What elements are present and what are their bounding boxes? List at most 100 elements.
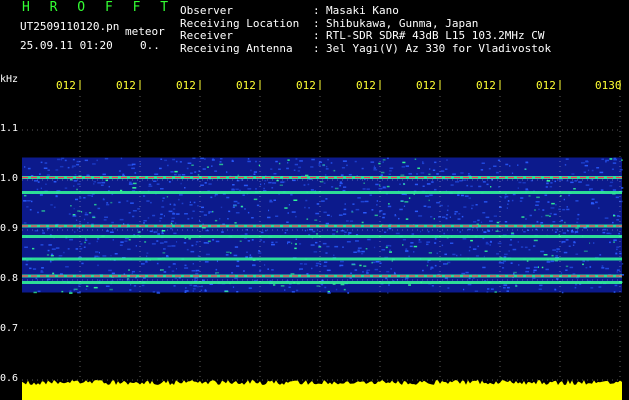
noise-speck	[232, 184, 235, 186]
noise-speck	[590, 287, 594, 289]
noise-speck	[123, 223, 125, 225]
noise-speck	[485, 241, 489, 244]
noise-speck	[187, 218, 190, 220]
noise-speck	[200, 184, 204, 186]
noise-speck	[298, 243, 302, 245]
noise-speck	[171, 245, 176, 247]
noise-speck	[111, 272, 115, 275]
noise-speck	[394, 271, 396, 274]
noise-speck	[269, 201, 273, 203]
noise-speck	[420, 172, 425, 174]
noise-speck	[189, 284, 193, 286]
noise-speck	[128, 238, 131, 241]
noise-speck	[564, 164, 567, 166]
noise-speck	[384, 231, 387, 233]
noise-speck	[50, 254, 54, 257]
noise-speck	[50, 204, 53, 206]
noise-speck	[176, 213, 180, 215]
noise-speck	[118, 170, 121, 172]
noise-speck	[173, 203, 176, 205]
noise-speck	[612, 221, 614, 224]
noise-speck	[253, 171, 257, 173]
noise-speck	[389, 249, 391, 251]
noise-speck	[565, 269, 568, 271]
noise-speck	[162, 200, 164, 202]
noise-speck	[547, 201, 550, 203]
noise-speck	[260, 231, 264, 234]
noise-speck	[477, 245, 479, 248]
noise-speck	[242, 194, 245, 196]
noise-speck	[589, 188, 593, 190]
noise-speck	[315, 212, 320, 215]
noise-speck	[156, 240, 159, 242]
noise-speck	[434, 161, 437, 164]
noise-speck	[86, 285, 89, 287]
noise-speck	[278, 162, 281, 165]
noise-speck	[128, 183, 133, 185]
noise-speck	[505, 163, 509, 166]
noise-speck	[388, 284, 390, 286]
noise-speck	[33, 291, 37, 294]
noise-speck	[226, 196, 230, 199]
noise-speck	[37, 290, 41, 293]
noise-speck	[461, 272, 466, 275]
noise-speck	[502, 262, 505, 264]
noise-speck	[556, 250, 559, 253]
noise-speck	[40, 161, 43, 164]
noise-speck	[374, 214, 378, 217]
file-name: UT2509110120.pn	[20, 20, 120, 33]
noise-speck	[97, 182, 101, 184]
noise-speck	[212, 157, 214, 160]
noise-speck	[312, 230, 316, 233]
noise-speck	[529, 214, 532, 217]
noise-speck	[585, 161, 589, 163]
noise-speck	[118, 201, 121, 204]
noise-speck	[601, 267, 605, 269]
noise-speck	[348, 174, 352, 176]
noise-speck	[507, 203, 509, 205]
noise-speck	[554, 180, 556, 183]
noise-speck	[475, 255, 479, 257]
noise-speck	[318, 164, 321, 166]
noise-speck	[510, 262, 513, 264]
noise-speck	[154, 173, 159, 175]
noise-speck	[26, 206, 29, 208]
noise-speck	[551, 202, 555, 205]
noise-speck	[208, 183, 212, 185]
noise-speck	[32, 268, 37, 270]
noise-speck	[380, 174, 383, 176]
noise-speck	[428, 252, 432, 254]
noise-speck	[549, 212, 552, 215]
noise-speck	[131, 272, 134, 275]
noise-speck	[97, 207, 101, 210]
noise-speck	[477, 219, 480, 222]
noise-speck	[320, 283, 324, 286]
noise-speck	[457, 194, 460, 196]
noise-speck	[404, 278, 407, 281]
noise-speck	[197, 285, 199, 288]
noise-speck	[132, 210, 137, 212]
noise-speck	[93, 183, 95, 185]
time-label: 012	[416, 79, 436, 92]
noise-speck	[287, 162, 289, 164]
noise-speck	[619, 169, 623, 171]
noise-speck	[263, 241, 265, 243]
noise-speck	[517, 164, 519, 166]
noise-speck	[446, 209, 449, 212]
noise-speck	[153, 180, 157, 182]
noise-speck	[287, 212, 289, 214]
noise-speck	[475, 204, 478, 206]
noise-speck	[79, 222, 81, 225]
noise-speck	[180, 182, 182, 185]
noise-speck	[192, 263, 194, 265]
noise-speck	[194, 171, 197, 173]
noise-speck	[174, 170, 178, 173]
noise-speck	[23, 194, 27, 197]
noise-speck	[361, 167, 364, 170]
noise-speck	[46, 254, 50, 256]
noise-speck	[546, 182, 549, 184]
noise-speck	[73, 207, 75, 210]
noise-speck	[612, 189, 617, 191]
noise-speck	[110, 201, 113, 204]
noise-speck	[118, 278, 122, 281]
